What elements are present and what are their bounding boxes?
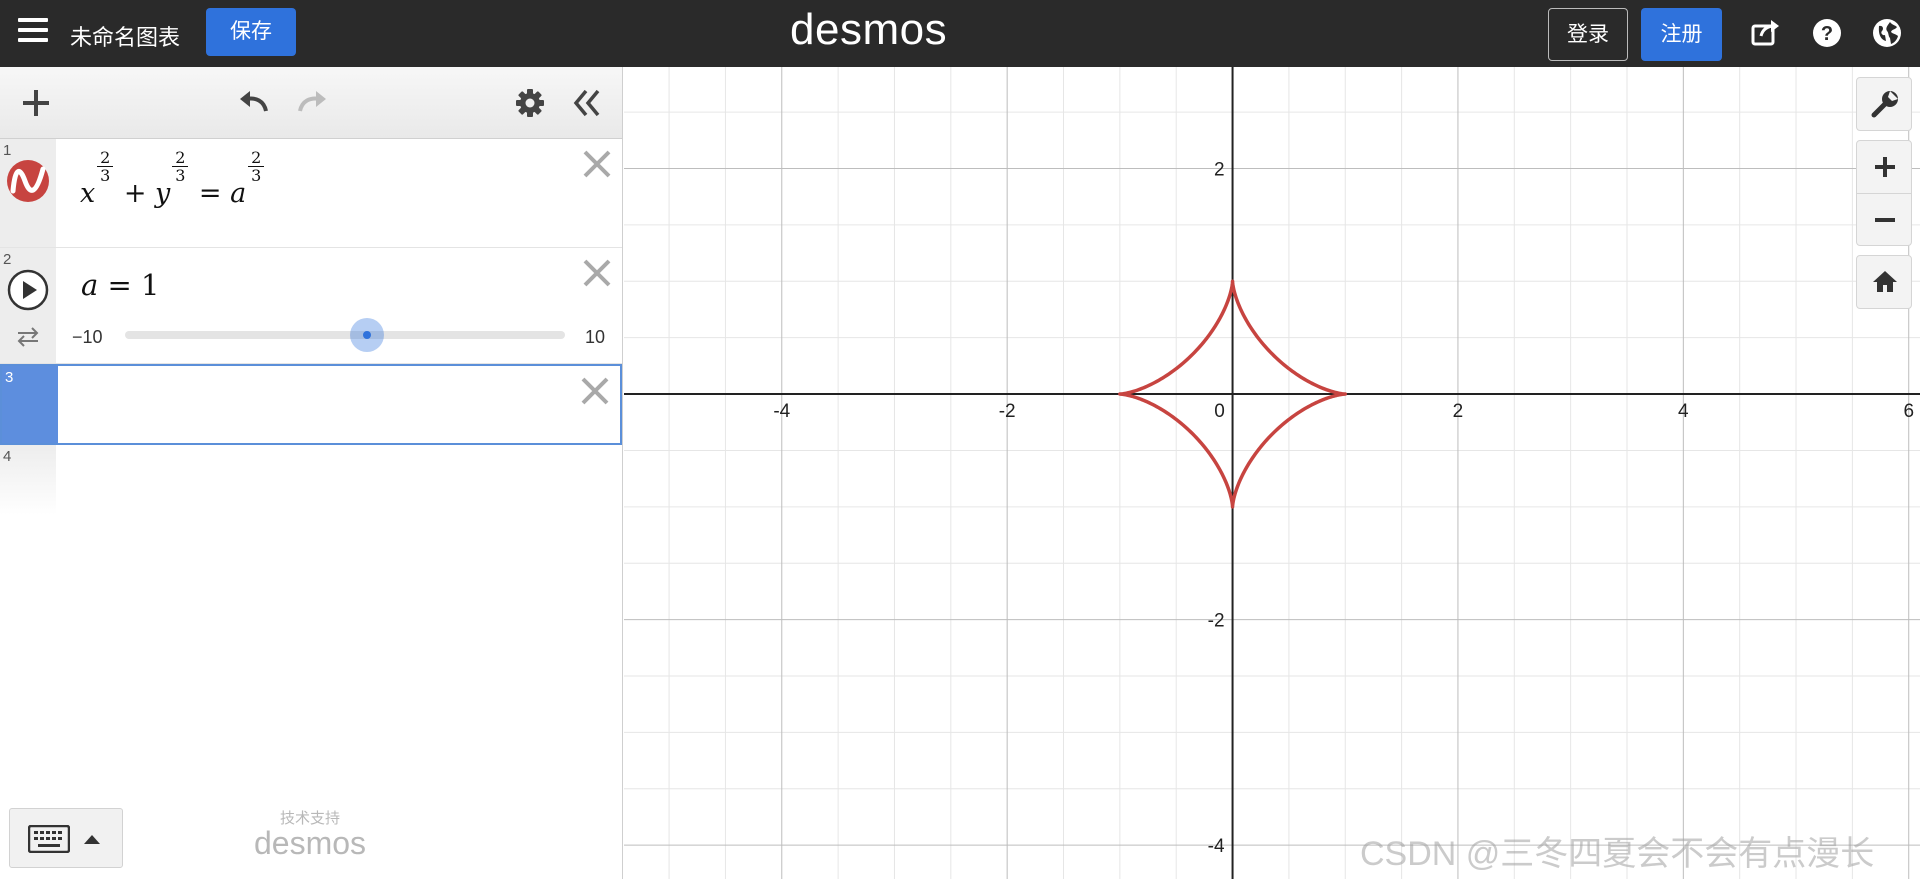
svg-text:?: ? <box>1821 23 1833 45</box>
caret-up-icon <box>84 835 100 844</box>
save-button[interactable]: 保存 <box>206 8 296 56</box>
expression-index: 4 <box>3 448 12 465</box>
expression-toolbar <box>0 67 622 139</box>
signup-button[interactable]: 注册 <box>1641 8 1722 61</box>
top-bar: 未命名图表 保存 desmos 登录 注册 ? <box>0 0 1920 67</box>
powered-by-desmos[interactable]: 技术支持 desmos <box>248 807 372 861</box>
expression-math-astroid[interactable]: x23 + y23 = a23 <box>80 149 266 219</box>
watermark: CSDN @三冬四夏会不会有点漫长 <box>1360 835 1875 873</box>
home-icon[interactable] <box>1857 256 1911 308</box>
x-tick-label: 0 <box>1214 401 1225 422</box>
zoom-controls <box>1856 140 1912 246</box>
loop-icon[interactable] <box>14 325 42 347</box>
slider-thumb[interactable] <box>350 318 384 352</box>
collapse-panel-icon[interactable] <box>568 85 604 121</box>
undo-icon[interactable] <box>236 85 272 121</box>
graph-color-icon[interactable] <box>6 159 50 203</box>
expression-index: 2 <box>3 251 12 268</box>
add-icon[interactable] <box>18 85 54 121</box>
delete-expression-icon[interactable] <box>580 256 614 290</box>
delete-expression-icon[interactable] <box>580 147 614 181</box>
graph-settings-control <box>1856 77 1912 131</box>
redo-icon[interactable] <box>294 85 330 121</box>
x-tick-label: 4 <box>1678 401 1689 422</box>
zoom-out-icon[interactable] <box>1857 193 1911 245</box>
share-icon[interactable] <box>1749 16 1783 50</box>
language-globe-icon[interactable] <box>1870 16 1904 50</box>
graph-canvas[interactable]: -4 -2 0 2 4 6 2 -2 -4 <box>624 67 1920 879</box>
expression-panel: 1 x23 + y23 = a23 2 a = 1 −10 10 3 4 技术支… <box>0 67 623 879</box>
zoom-in-icon[interactable] <box>1857 141 1911 193</box>
x-tick-label: 6 <box>1903 401 1914 422</box>
play-icon[interactable] <box>6 268 50 312</box>
powered-by-logo: desmos <box>253 825 367 861</box>
expression-gutter: 2 <box>0 248 56 363</box>
delete-expression-icon[interactable] <box>578 374 612 408</box>
desmos-logo: desmos <box>790 5 948 54</box>
settings-gear-icon[interactable] <box>512 85 548 121</box>
keyboard-icon <box>28 825 70 853</box>
wrench-icon[interactable] <box>1857 78 1911 130</box>
y-tick-label: -4 <box>1208 836 1225 857</box>
expression-index: 1 <box>3 142 12 159</box>
slider-expression[interactable]: a = 1 <box>81 268 160 302</box>
expression-row-2[interactable]: 2 a = 1 −10 10 <box>0 248 622 364</box>
slider-max-label[interactable]: 10 <box>585 327 605 348</box>
y-tick-label: -2 <box>1208 611 1225 632</box>
expression-gutter: 1 <box>0 139 56 247</box>
help-icon[interactable]: ? <box>1810 16 1844 50</box>
expression-gutter: 3 <box>2 366 58 443</box>
expression-index: 3 <box>5 369 14 386</box>
x-tick-label: -2 <box>999 401 1016 422</box>
x-tick-label: 2 <box>1453 401 1464 422</box>
new-expression-row[interactable]: 4 <box>0 445 56 515</box>
y-tick-label: 2 <box>1214 160 1225 181</box>
home-view-control <box>1856 255 1912 309</box>
menu-icon[interactable] <box>18 18 48 48</box>
graph-title[interactable]: 未命名图表 <box>70 20 180 52</box>
expression-row-3[interactable]: 3 <box>0 364 622 445</box>
slider-min-label[interactable]: −10 <box>72 327 103 348</box>
x-tick-label: -4 <box>773 401 790 422</box>
expression-row-1[interactable]: 1 x23 + y23 = a23 <box>0 139 622 248</box>
keyboard-toggle-button[interactable] <box>9 808 123 868</box>
slider-track[interactable] <box>125 331 565 339</box>
login-button[interactable]: 登录 <box>1548 8 1628 61</box>
graph-paper[interactable]: -4 -2 0 2 4 6 2 -2 -4 <box>624 67 1920 879</box>
